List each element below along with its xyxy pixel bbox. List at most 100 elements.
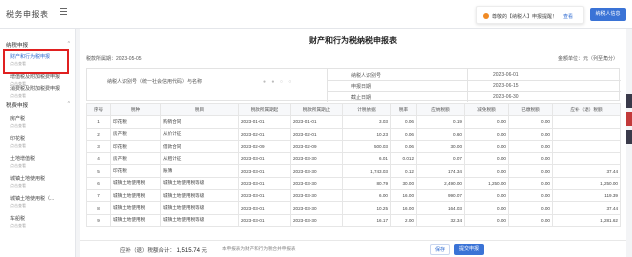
sidebar-item-sub: 点击查看	[10, 143, 26, 148]
table-row[interactable]: 4 房产税 从租计征 2023-03-01 2023-03-30 6.01 0.…	[86, 152, 621, 166]
column-header: 计税依据	[342, 102, 391, 117]
table-cell: 2023-03-01	[238, 201, 291, 215]
sidebar-item-stamp-tax[interactable]: 印花税 点击查看	[10, 135, 70, 149]
total-label: 应补（退）税额合计：	[120, 248, 176, 254]
edge-marker-red	[626, 112, 632, 126]
table-cell: 0.00	[508, 164, 553, 178]
table-cell: 32.34	[416, 213, 465, 227]
table-row[interactable]: 8 城镇土地使用税 城镇土地使用税等级 2023-03-01 2023-03-3…	[86, 201, 621, 215]
sidebar-item-land-use-2[interactable]: 城镇土地使用税（... 点击查看	[10, 195, 70, 209]
save-button[interactable]: 保存	[430, 244, 450, 255]
column-header: 税目	[160, 102, 239, 117]
sidebar-group-label: 税费申报	[6, 103, 29, 109]
selection-highlight	[3, 49, 69, 74]
table-cell: 城镇土地使用税等级	[160, 213, 239, 227]
app-title: 税务申报表	[6, 10, 49, 19]
main-content: 财产和行为税纳税申报表 税款所属期：2023-05-05 金额单位：元（列至角分…	[80, 29, 626, 257]
table-cell: 16.00	[390, 189, 417, 203]
table-cell: 80.79	[342, 176, 391, 191]
table-cell: 16.00	[390, 201, 417, 215]
total-suffix: 元	[201, 248, 207, 254]
table-cell: 6	[86, 176, 111, 191]
table-cell	[552, 139, 621, 154]
sidebar-item-sub: 点击查看	[10, 163, 26, 168]
page-title: 财产和行为税纳税申报表	[309, 36, 397, 45]
sidebar-item-consumption[interactable]: 消费税及附加税费申报 点击查看	[10, 85, 70, 99]
table-row[interactable]: 5 印花税 账簿 2023-03-01 2023-03-30 1,743.03 …	[86, 164, 621, 178]
column-header: 减免税额	[464, 102, 509, 117]
table-cell: 37.44	[552, 164, 621, 178]
table-cell: 房产税	[110, 127, 161, 141]
sidebar: 纳税申报 ^ 财产和行为税申报 点击查看 增值税及附加税费申报 点击查看 消费税…	[0, 29, 76, 257]
table-cell: 2023-03-01	[238, 176, 291, 191]
table-cell: 2,490.00	[416, 176, 465, 191]
table-cell: 印花税	[110, 115, 161, 129]
sidebar-item-sub: 点击查看	[10, 183, 26, 188]
table-cell: 2023-02-01	[238, 127, 291, 141]
info-key: 截止日期	[351, 95, 372, 101]
table-cell: 6.00	[342, 189, 391, 203]
sidebar-item-label: 增值税及附加税费申报	[10, 74, 61, 80]
table-cell: 500.03	[342, 139, 391, 154]
table-cell: 0.00	[464, 164, 509, 178]
info-key: 纳税人识别号	[351, 73, 382, 79]
table-cell: 0.19	[416, 115, 465, 129]
table-cell: 2.00	[390, 213, 417, 227]
sidebar-item-land-use[interactable]: 城镇土地使用税 点击查看	[10, 175, 70, 189]
table-row[interactable]: 7 城镇土地使用税 城镇土地使用税等级 2023-03-01 2023-03-3…	[86, 189, 621, 203]
table-cell: 2023-03-30	[290, 213, 343, 227]
table-cell: 30.00	[416, 139, 465, 154]
table-cell: 0.60	[416, 127, 465, 141]
sidebar-item-sub: 点击查看	[10, 93, 26, 98]
table-cell: 2023-03-01	[238, 164, 291, 178]
taxpayer-info: 纳税人识别号（统一社会信用代码）与名称 ● ● ○ ○ 纳税人识别号 2023-…	[86, 68, 621, 102]
table-cell: 3	[86, 139, 111, 154]
sidebar-group-tax[interactable]: 税费申报 ^	[6, 101, 72, 109]
table-row[interactable]: 9 城镇土地使用税 城镇土地使用税等级 2023-03-01 2023-03-3…	[86, 213, 621, 227]
info-value: 2023-06-15	[493, 83, 519, 89]
table-cell: 购销合同	[160, 115, 239, 129]
table-cell: 印花税	[110, 164, 161, 178]
table-cell: 2023-02-09	[238, 139, 291, 154]
table-row[interactable]: 6 城镇土地使用税 城镇土地使用税等级 2023-03-01 2023-03-3…	[86, 176, 621, 191]
info-value: 2023-06-01	[493, 72, 519, 78]
edge-marker-dark	[626, 130, 632, 144]
column-header: 税种	[110, 102, 161, 117]
sidebar-item-label: 房产税	[10, 116, 26, 122]
table-cell: 房产税	[110, 152, 161, 166]
table-cell: 0.06	[390, 115, 417, 129]
table-cell: 2023-03-30	[290, 201, 343, 215]
sidebar-item-house-tax[interactable]: 房产税 点击查看	[10, 115, 70, 129]
edge-markers	[626, 94, 632, 148]
column-header: 税款所属期止	[290, 102, 343, 117]
table-cell: 3.03	[342, 115, 391, 129]
info-value: 2023-06-30	[493, 94, 519, 100]
sidebar-item-vehicle-tax[interactable]: 车船税 点击查看	[10, 215, 70, 229]
account-button[interactable]: 纳税人信息	[590, 8, 626, 21]
table-row[interactable]: 3 印花税 借款合同 2023-02-09 2023-02-09 500.03 …	[86, 139, 621, 154]
table-cell: 990.07	[416, 189, 465, 203]
table-cell: 2023-01-01	[238, 115, 291, 129]
table-cell: 0.00	[464, 201, 509, 215]
sidebar-item-land-vat[interactable]: 土地增值税 点击查看	[10, 155, 70, 169]
info-key: 申报日期	[351, 84, 372, 90]
notice-popup: 尊敬的【纳税人】申报提醒！ 查看	[476, 6, 584, 24]
sidebar-group-filing[interactable]: 纳税申报 ^	[6, 41, 72, 49]
tax-period: 税款所属期：2023-05-05	[86, 56, 142, 62]
table-row[interactable]: 2 房产税 从价计征 2023-02-01 2023-02-01 10.23 0…	[86, 127, 621, 141]
submit-button[interactable]: 提交申报	[454, 244, 484, 255]
menu-toggle-icon[interactable]	[60, 8, 67, 16]
table-cell: 8	[86, 201, 111, 215]
edge-marker-dark	[626, 94, 632, 108]
table-cell: 0.00	[464, 213, 509, 227]
table-cell: 1,250.00	[552, 176, 621, 191]
table-cell: 9	[86, 213, 111, 227]
signature-icons: ● ● ○ ○	[263, 79, 294, 85]
table-cell: 10.23	[342, 127, 391, 141]
table-cell: 2023-03-30	[290, 189, 343, 203]
table-cell: 城镇土地使用税等级	[160, 201, 239, 215]
table-row[interactable]: 1 印花税 购销合同 2023-01-01 2023-01-01 3.03 0.…	[86, 115, 621, 129]
sidebar-item-label: 消费税及附加税费申报	[10, 86, 61, 92]
table-cell: 2023-03-30	[290, 164, 343, 178]
notice-link[interactable]: 查看	[563, 13, 573, 20]
